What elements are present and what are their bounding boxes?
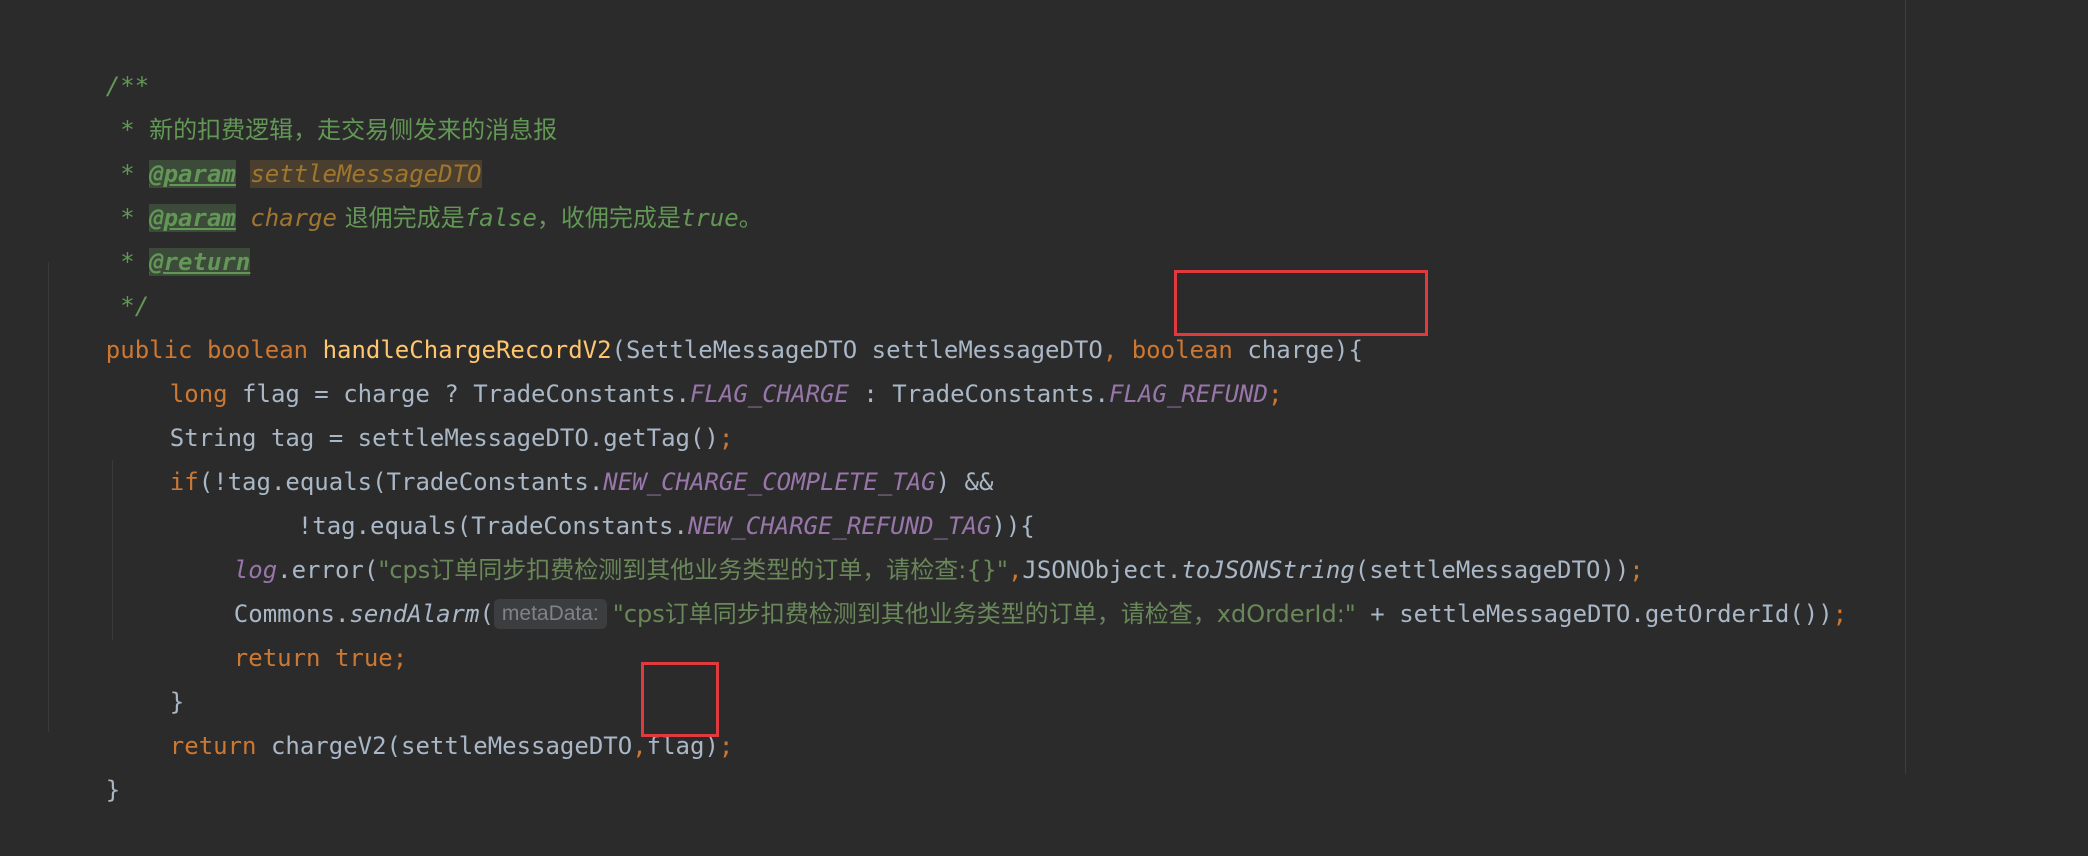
static-constant: FLAG_REFUND bbox=[1109, 380, 1268, 408]
code-line-3[interactable]: * @param settleMessageDTO bbox=[48, 108, 482, 188]
highlight-box-charge-param bbox=[1174, 270, 1428, 336]
parameter-inlay-hint[interactable]: metaData: bbox=[493, 599, 607, 629]
code-line-6[interactable]: */ bbox=[48, 240, 149, 320]
keyword: if bbox=[169, 468, 199, 496]
javadoc-param-name: charge bbox=[250, 204, 338, 232]
code-line-8[interactable]: long flag = charge ? TradeConstants.FLAG… bbox=[112, 328, 1283, 408]
closing-brace: } bbox=[105, 776, 121, 804]
javadoc-return-tag: @return bbox=[149, 248, 251, 276]
string-literal: "cps订单同步扣费检测到其他业务类型的订单，请检查，xdOrderId:" bbox=[612, 600, 1356, 628]
code-line-15[interactable]: } bbox=[112, 636, 184, 716]
code-line-13[interactable]: Commons.sendAlarm(metaData: "cps订单同步扣费检测到… bbox=[176, 548, 1847, 629]
code-line-14[interactable]: return true; bbox=[176, 592, 407, 672]
code-line-9[interactable]: String tag = settleMessageDTO.getTag(); bbox=[112, 372, 734, 452]
doc-comment-code: false bbox=[464, 204, 537, 232]
code-editor[interactable]: /** * 新的扣费逻辑，走交易侧发来的消息报 * @param settleM… bbox=[0, 0, 2088, 804]
code-line-5[interactable]: * @return bbox=[48, 196, 251, 276]
doc-comment-text: ，收佣完成是 bbox=[536, 204, 681, 232]
doc-comment-code: true bbox=[680, 204, 739, 232]
doc-comment-text: 。 bbox=[738, 204, 763, 232]
code-line-11[interactable]: !tag.equals(TradeConstants.NEW_CHARGE_RE… bbox=[240, 460, 1035, 540]
code-line-2[interactable]: * 新的扣费逻辑，走交易侧发来的消息报 bbox=[48, 64, 557, 144]
code-line-17[interactable]: } bbox=[48, 724, 120, 804]
highlight-box-flag-arg bbox=[641, 662, 719, 737]
code-line-1[interactable]: /** bbox=[48, 20, 149, 100]
keyword: return bbox=[233, 644, 321, 672]
code-line-12[interactable]: log.error("cps订单同步扣费检测到其他业务类型的订单，请检查:{}"… bbox=[176, 504, 1644, 584]
keyword: return bbox=[169, 732, 257, 760]
code-line-4[interactable]: * @param charge 退佣完成是false，收佣完成是true。 bbox=[48, 152, 763, 232]
code-line-7[interactable]: public boolean handleChargeRecordV2(Sett… bbox=[48, 284, 1363, 364]
keyword: true bbox=[334, 644, 393, 672]
code-line-10[interactable]: if(!tag.equals(TradeConstants.NEW_CHARGE… bbox=[112, 416, 994, 496]
right-margin-guide bbox=[1905, 0, 1906, 774]
doc-comment-text: 退佣完成是 bbox=[337, 204, 465, 232]
